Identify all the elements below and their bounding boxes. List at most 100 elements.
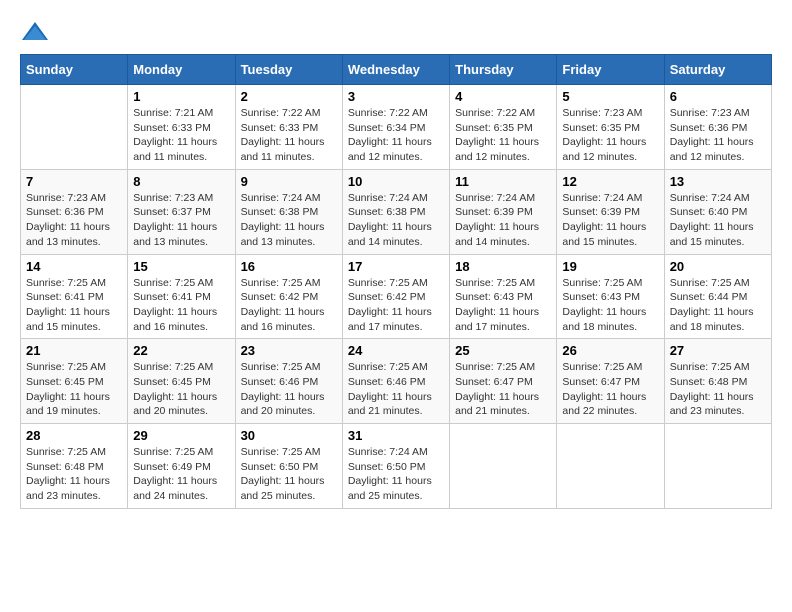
calendar-cell: 13Sunrise: 7:24 AMSunset: 6:40 PMDayligh… — [664, 169, 771, 254]
date-number: 2 — [241, 89, 337, 104]
cell-info: Sunrise: 7:25 AMSunset: 6:46 PMDaylight:… — [241, 360, 337, 419]
calendar-cell: 4 Sunrise: 7:22 AMSunset: 6:35 PMDaylight… — [450, 85, 557, 170]
logo — [20, 20, 54, 44]
column-header-friday: Friday — [557, 55, 664, 85]
date-number: 25 — [455, 343, 551, 358]
cell-info: Sunrise: 7:25 AMSunset: 6:43 PMDaylight:… — [455, 276, 551, 335]
cell-info: Sunrise: 7:23 AMSunset: 6:35 PMDaylight:… — [562, 106, 658, 165]
date-number: 27 — [670, 343, 766, 358]
calendar-cell: 24 Sunrise: 7:25 AMSunset: 6:46 PMDayligh… — [342, 339, 449, 424]
calendar-cell: 9 Sunrise: 7:24 AMSunset: 6:38 PMDaylight… — [235, 169, 342, 254]
cell-info: Sunrise: 7:25 AMSunset: 6:42 PMDaylight:… — [241, 276, 337, 335]
date-number: 8 — [133, 174, 229, 189]
calendar-cell — [21, 85, 128, 170]
date-number: 22 — [133, 343, 229, 358]
calendar-cell: 11 Sunrise: 7:24 AMSunset: 6:39 PMDayligh… — [450, 169, 557, 254]
cell-info: Sunrise: 7:25 AMSunset: 6:45 PMDaylight:… — [133, 360, 229, 419]
cell-info: Sunrise: 7:24 AMSunset: 6:38 PMDaylight:… — [241, 191, 337, 250]
calendar-header-row: SundayMondayTuesdayWednesdayThursdayFrid… — [21, 55, 772, 85]
calendar-cell: 23 Sunrise: 7:25 AMSunset: 6:46 PMDayligh… — [235, 339, 342, 424]
cell-info: Sunrise: 7:22 AMSunset: 6:34 PMDaylight:… — [348, 106, 444, 165]
calendar-cell: 16 Sunrise: 7:25 AMSunset: 6:42 PMDayligh… — [235, 254, 342, 339]
calendar-cell — [557, 424, 664, 509]
calendar-cell: 1 Sunrise: 7:21 AMSunset: 6:33 PMDaylight… — [128, 85, 235, 170]
column-header-saturday: Saturday — [664, 55, 771, 85]
date-number: 13 — [670, 174, 766, 189]
calendar-cell: 28 Sunrise: 7:25 AMSunset: 6:48 PMDayligh… — [21, 424, 128, 509]
cell-info: Sunrise: 7:21 AMSunset: 6:33 PMDaylight:… — [133, 106, 229, 165]
cell-info: Sunrise: 7:24 AMSunset: 6:39 PMDaylight:… — [562, 191, 658, 250]
column-header-monday: Monday — [128, 55, 235, 85]
cell-info: Sunrise: 7:24 AMSunset: 6:38 PMDaylight:… — [348, 191, 444, 250]
date-number: 14 — [26, 259, 122, 274]
column-header-sunday: Sunday — [21, 55, 128, 85]
cell-info: Sunrise: 7:25 AMSunset: 6:46 PMDaylight:… — [348, 360, 444, 419]
calendar-week-1: 1 Sunrise: 7:21 AMSunset: 6:33 PMDaylight… — [21, 85, 772, 170]
date-number: 1 — [133, 89, 229, 104]
date-number: 16 — [241, 259, 337, 274]
calendar-cell: 8 Sunrise: 7:23 AMSunset: 6:37 PMDaylight… — [128, 169, 235, 254]
date-number: 20 — [670, 259, 766, 274]
cell-info: Sunrise: 7:25 AMSunset: 6:47 PMDaylight:… — [562, 360, 658, 419]
date-number: 31 — [348, 428, 444, 443]
calendar-cell: 18 Sunrise: 7:25 AMSunset: 6:43 PMDayligh… — [450, 254, 557, 339]
cell-info: Sunrise: 7:24 AMSunset: 6:39 PMDaylight:… — [455, 191, 551, 250]
calendar-cell — [450, 424, 557, 509]
calendar-week-3: 14 Sunrise: 7:25 AMSunset: 6:41 PMDayligh… — [21, 254, 772, 339]
calendar-cell: 31 Sunrise: 7:24 AMSunset: 6:50 PMDayligh… — [342, 424, 449, 509]
calendar-cell: 7Sunrise: 7:23 AMSunset: 6:36 PMDaylight… — [21, 169, 128, 254]
calendar-cell: 30 Sunrise: 7:25 AMSunset: 6:50 PMDayligh… — [235, 424, 342, 509]
calendar-cell: 27Sunrise: 7:25 AMSunset: 6:48 PMDayligh… — [664, 339, 771, 424]
date-number: 9 — [241, 174, 337, 189]
calendar-cell: 29 Sunrise: 7:25 AMSunset: 6:49 PMDayligh… — [128, 424, 235, 509]
date-number: 29 — [133, 428, 229, 443]
cell-info: Sunrise: 7:25 AMSunset: 6:44 PMDaylight:… — [670, 276, 766, 335]
date-number: 12 — [562, 174, 658, 189]
calendar-cell: 19Sunrise: 7:25 AMSunset: 6:43 PMDayligh… — [557, 254, 664, 339]
calendar-cell: 21Sunrise: 7:25 AMSunset: 6:45 PMDayligh… — [21, 339, 128, 424]
cell-info: Sunrise: 7:23 AMSunset: 6:36 PMDaylight:… — [26, 191, 122, 250]
date-number: 15 — [133, 259, 229, 274]
calendar-cell: 2 Sunrise: 7:22 AMSunset: 6:33 PMDaylight… — [235, 85, 342, 170]
column-header-tuesday: Tuesday — [235, 55, 342, 85]
cell-info: Sunrise: 7:22 AMSunset: 6:33 PMDaylight:… — [241, 106, 337, 165]
date-number: 5 — [562, 89, 658, 104]
cell-info: Sunrise: 7:23 AMSunset: 6:37 PMDaylight:… — [133, 191, 229, 250]
cell-info: Sunrise: 7:25 AMSunset: 6:50 PMDaylight:… — [241, 445, 337, 504]
cell-info: Sunrise: 7:25 AMSunset: 6:49 PMDaylight:… — [133, 445, 229, 504]
calendar-cell — [664, 424, 771, 509]
date-number: 19 — [562, 259, 658, 274]
date-number: 3 — [348, 89, 444, 104]
date-number: 11 — [455, 174, 551, 189]
cell-info: Sunrise: 7:24 AMSunset: 6:50 PMDaylight:… — [348, 445, 444, 504]
page-header — [20, 20, 772, 44]
cell-info: Sunrise: 7:25 AMSunset: 6:47 PMDaylight:… — [455, 360, 551, 419]
date-number: 18 — [455, 259, 551, 274]
date-number: 28 — [26, 428, 122, 443]
cell-info: Sunrise: 7:25 AMSunset: 6:41 PMDaylight:… — [26, 276, 122, 335]
column-header-wednesday: Wednesday — [342, 55, 449, 85]
date-number: 30 — [241, 428, 337, 443]
calendar-cell: 6Sunrise: 7:23 AMSunset: 6:36 PMDaylight… — [664, 85, 771, 170]
calendar-table: SundayMondayTuesdayWednesdayThursdayFrid… — [20, 54, 772, 509]
date-number: 17 — [348, 259, 444, 274]
calendar-cell: 12 Sunrise: 7:24 AMSunset: 6:39 PMDayligh… — [557, 169, 664, 254]
calendar-cell: 17Sunrise: 7:25 AMSunset: 6:42 PMDayligh… — [342, 254, 449, 339]
cell-info: Sunrise: 7:22 AMSunset: 6:35 PMDaylight:… — [455, 106, 551, 165]
calendar-cell: 25 Sunrise: 7:25 AMSunset: 6:47 PMDayligh… — [450, 339, 557, 424]
calendar-week-5: 28 Sunrise: 7:25 AMSunset: 6:48 PMDayligh… — [21, 424, 772, 509]
cell-info: Sunrise: 7:25 AMSunset: 6:48 PMDaylight:… — [26, 445, 122, 504]
calendar-cell: 10Sunrise: 7:24 AMSunset: 6:38 PMDayligh… — [342, 169, 449, 254]
date-number: 21 — [26, 343, 122, 358]
calendar-week-4: 21 Sunrise: 7:25 AMSunset: 6:45 PMDayligh… — [21, 339, 772, 424]
date-number: 26 — [562, 343, 658, 358]
calendar-cell: 22 Sunrise: 7:25 AMSunset: 6:45 PMDayligh… — [128, 339, 235, 424]
date-number: 23 — [241, 343, 337, 358]
calendar-cell: 14 Sunrise: 7:25 AMSunset: 6:41 PMDayligh… — [21, 254, 128, 339]
cell-info: Sunrise: 7:23 AMSunset: 6:36 PMDaylight:… — [670, 106, 766, 165]
column-header-thursday: Thursday — [450, 55, 557, 85]
calendar-cell: 3 Sunrise: 7:22 AMSunset: 6:34 PMDaylight… — [342, 85, 449, 170]
date-number: 4 — [455, 89, 551, 104]
date-number: 24 — [348, 343, 444, 358]
calendar-cell: 20 Sunrise: 7:25 AMSunset: 6:44 PMDayligh… — [664, 254, 771, 339]
